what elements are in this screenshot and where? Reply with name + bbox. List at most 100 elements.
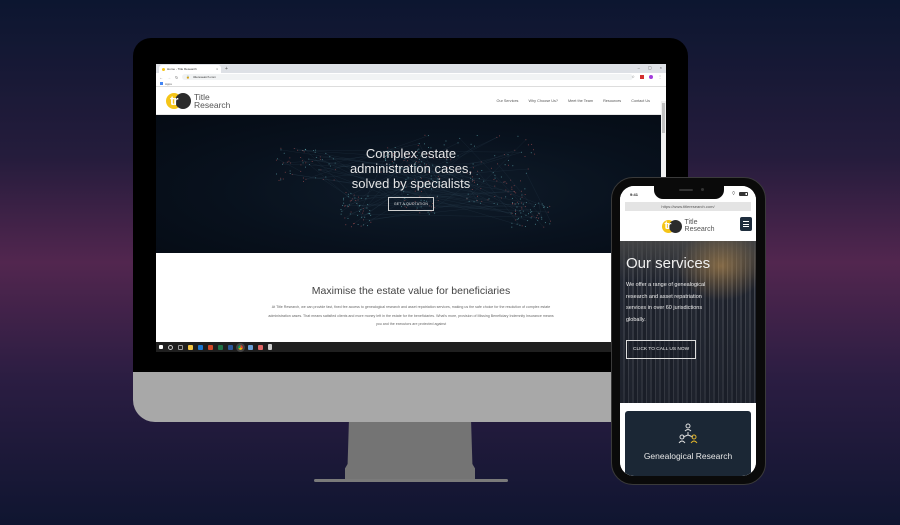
- map-dot: [345, 224, 347, 226]
- hamburger-menu-icon[interactable]: [740, 217, 752, 231]
- hero-title: Complex estate administration cases, sol…: [349, 145, 473, 191]
- windows-start-icon[interactable]: [159, 345, 163, 349]
- star-icon[interactable]: ☆: [631, 74, 635, 79]
- map-dot: [476, 183, 478, 185]
- map-dot: [340, 213, 342, 215]
- map-dot: [340, 209, 342, 211]
- map-dot: [364, 216, 366, 218]
- section-heading: Maximise the estate value for beneficiar…: [311, 285, 511, 297]
- nav-our-services[interactable]: Our Services: [497, 99, 519, 103]
- map-dot: [476, 195, 478, 197]
- site-logo[interactable]: tr Title Research: [166, 92, 230, 109]
- site-header: tr Title Research Our Services Why Choos…: [156, 87, 666, 115]
- nav-why-choose-us[interactable]: Why Choose Us?: [528, 99, 558, 103]
- genealogical-research-card[interactable]: Genealogical Research: [625, 411, 751, 476]
- site-nav: Our Services Why Choose Us? Meet the Tea…: [497, 99, 650, 103]
- map-dot: [288, 160, 290, 162]
- lock-icon: 🔒: [186, 75, 191, 79]
- nav-contact-us[interactable]: Contact Us: [631, 99, 650, 103]
- tab-close-icon[interactable]: ×: [216, 67, 218, 71]
- map-dot: [511, 197, 513, 199]
- intro-section: Maximise the estate value for beneficiar…: [156, 253, 666, 329]
- word-icon[interactable]: [228, 344, 233, 350]
- back-icon[interactable]: ←: [159, 75, 163, 80]
- new-tab-button[interactable]: +: [225, 65, 228, 73]
- map-dot: [521, 225, 523, 227]
- outlook-icon[interactable]: [198, 344, 203, 350]
- map-dot: [500, 176, 502, 178]
- cortana-icon[interactable]: [168, 344, 173, 350]
- map-dot: [511, 188, 513, 190]
- map-dot: [284, 171, 286, 173]
- scrollbar-thumb[interactable]: [662, 103, 665, 133]
- map-dot: [516, 201, 518, 203]
- calculator-icon[interactable]: [268, 344, 272, 350]
- paint-icon[interactable]: [248, 344, 253, 350]
- powerpoint-icon[interactable]: [208, 344, 213, 350]
- map-dot: [496, 136, 498, 138]
- map-dot: [276, 173, 278, 175]
- map-dot: [534, 153, 536, 155]
- map-dot: [510, 194, 512, 196]
- map-dot: [524, 188, 526, 190]
- nav-meet-the-team[interactable]: Meet the Team: [568, 99, 593, 103]
- map-dot: [513, 185, 515, 187]
- map-dot: [514, 210, 516, 212]
- extension-icons: ☆ ⋮: [631, 74, 662, 79]
- card-title: Genealogical Research: [643, 451, 733, 461]
- map-dot: [275, 159, 277, 161]
- map-dot: [303, 151, 305, 153]
- monitor-base: [314, 479, 508, 482]
- map-dot: [519, 198, 521, 200]
- map-dot: [368, 212, 370, 214]
- reload-icon[interactable]: ↻: [175, 75, 178, 80]
- map-dot: [424, 143, 426, 145]
- browser-tab[interactable]: Home - Title Research ×: [159, 65, 221, 73]
- map-dot: [512, 202, 514, 204]
- map-dot: [347, 193, 349, 195]
- nav-resources[interactable]: Resources: [603, 99, 621, 103]
- map-dot: [544, 222, 546, 224]
- mobile-address-bar[interactable]: https://www.titleresearch.com/: [625, 202, 751, 211]
- get-quotation-button[interactable]: GET A QUOTATION: [387, 196, 435, 211]
- close-window-button[interactable]: ×: [660, 65, 662, 70]
- map-dot: [343, 202, 345, 204]
- desktop-screen: Home - Title Research × + – ▢ × ← → ↻ 🔒 …: [156, 64, 666, 352]
- map-dot: [536, 214, 538, 216]
- map-dot: [367, 195, 369, 197]
- map-link: [526, 173, 551, 222]
- map-dot: [305, 162, 307, 164]
- minimize-button[interactable]: –: [638, 65, 640, 70]
- address-bar[interactable]: 🔒 titleresearch.com: [182, 74, 633, 80]
- map-dot: [357, 214, 359, 216]
- map-dot: [347, 205, 349, 207]
- logo-mark-icon: tr: [166, 92, 191, 109]
- favicon-icon: [162, 67, 165, 71]
- map-dot: [424, 134, 426, 136]
- snipping-tool-icon[interactable]: [258, 344, 263, 350]
- profile-avatar[interactable]: [649, 74, 653, 79]
- bookmark-apps[interactable]: Apps: [165, 82, 172, 86]
- map-dot: [496, 180, 498, 182]
- maximize-button[interactable]: ▢: [648, 65, 652, 70]
- map-dot: [507, 159, 509, 161]
- map-dot: [515, 192, 517, 194]
- map-dot: [515, 213, 517, 215]
- extension-icon[interactable]: [640, 74, 644, 79]
- chrome-icon[interactable]: [236, 342, 245, 352]
- map-dot: [304, 166, 306, 168]
- mobile-logo-mark-icon[interactable]: tr: [661, 219, 682, 233]
- map-dot: [511, 212, 513, 214]
- task-view-icon[interactable]: [178, 344, 183, 350]
- forward-icon[interactable]: →: [167, 75, 171, 80]
- call-us-button[interactable]: CLICK TO CALL US NOW: [626, 340, 697, 359]
- map-dot: [280, 177, 282, 179]
- map-dot: [522, 203, 524, 205]
- file-explorer-icon[interactable]: [188, 344, 193, 350]
- map-dot: [282, 178, 284, 180]
- menu-kebab-icon[interactable]: ⋮: [658, 74, 662, 79]
- map-dot: [311, 161, 313, 163]
- excel-icon[interactable]: [218, 344, 223, 350]
- map-dot: [532, 149, 534, 151]
- map-dot: [357, 223, 359, 225]
